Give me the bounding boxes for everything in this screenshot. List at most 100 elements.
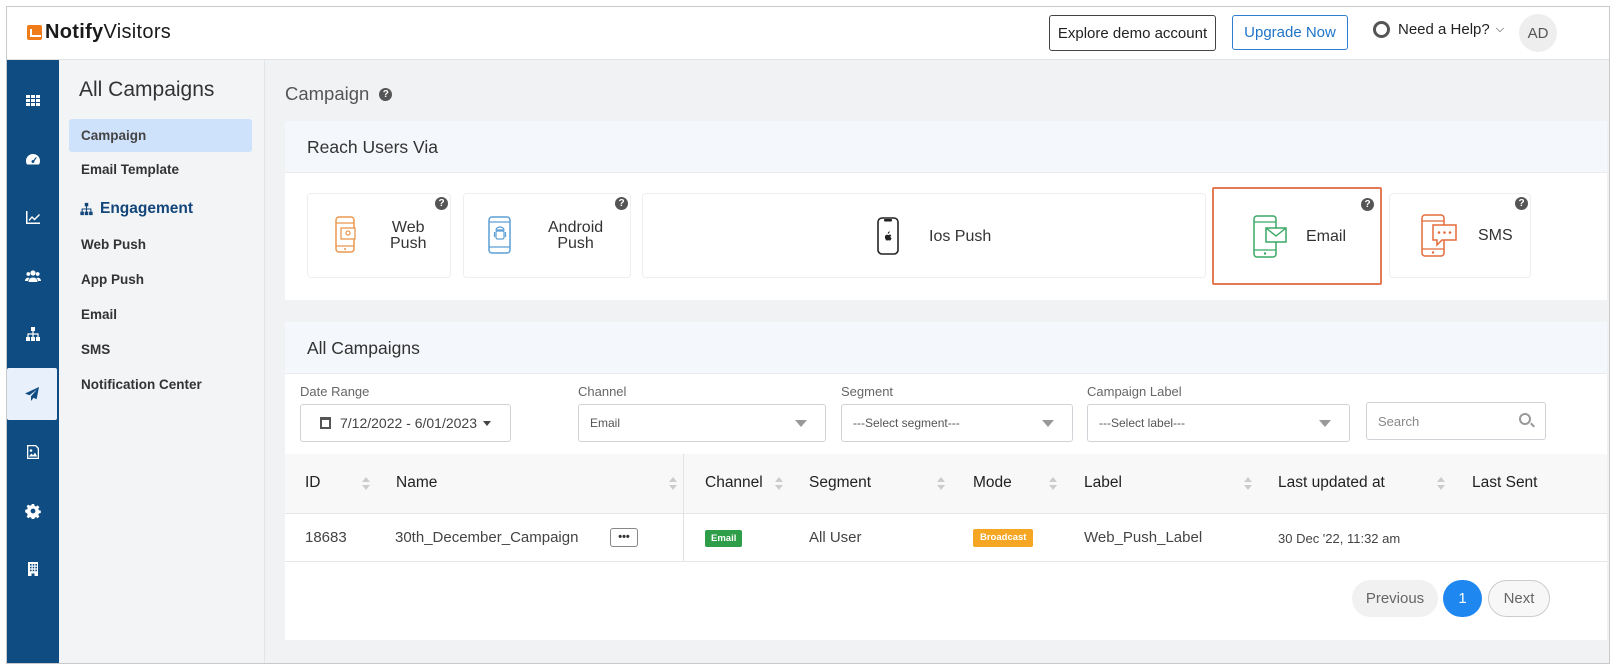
more-options-button[interactable]: •••: [610, 528, 638, 547]
page-title-text: Campaign: [285, 83, 370, 104]
caret-down-icon: [1042, 420, 1054, 427]
column-header-id[interactable]: ID: [305, 474, 321, 492]
sidebar-item-email[interactable]: Email: [81, 307, 117, 322]
help-circle-icon[interactable]: ?: [615, 197, 628, 210]
lifebuoy-icon: [1373, 21, 1390, 38]
image-icon[interactable]: [7, 426, 59, 478]
main-content: Campaign ? Reach Users Via ? Web Push ? …: [265, 60, 1609, 663]
date-range-picker[interactable]: 7/12/2022 - 6/01/2023: [300, 404, 511, 442]
help-circle-icon[interactable]: ?: [1515, 197, 1528, 210]
search-input[interactable]: Search: [1366, 402, 1546, 440]
channel-tile-sms[interactable]: ? SMS: [1389, 193, 1531, 278]
chevron-down-icon: ⌵: [1495, 23, 1505, 35]
logo[interactable]: Notify Visitors: [27, 21, 171, 44]
sort-icon[interactable]: [1437, 477, 1445, 491]
sort-icon[interactable]: [669, 477, 677, 491]
logo-icon: [27, 25, 42, 40]
caret-down-icon: [483, 420, 492, 426]
table-header: ID Name Channel Segment Mode Label Last …: [285, 454, 1607, 514]
help-menu[interactable]: Need a Help? ⌵: [1373, 21, 1504, 38]
segment-select[interactable]: ---Select segment---: [841, 404, 1073, 442]
android-push-label-line1: Android: [548, 219, 604, 236]
send-icon[interactable]: [7, 368, 57, 420]
users-icon[interactable]: [7, 250, 59, 302]
mode-badge: Broadcast: [973, 529, 1034, 547]
ios-phone-icon: [877, 217, 899, 255]
cell-name[interactable]: 30th_December_Campaign: [395, 529, 578, 546]
campaign-sidebar: All Campaigns Campaign Email Template En…: [59, 60, 265, 663]
logo-text-bold: Notify: [45, 21, 104, 43]
hierarchy-icon[interactable]: [7, 308, 59, 360]
help-circle-icon[interactable]: ?: [435, 197, 448, 210]
logo-text: Visitors: [103, 21, 172, 43]
column-header-label[interactable]: Label: [1084, 474, 1122, 492]
campaign-label-select[interactable]: ---Select label---: [1087, 404, 1350, 442]
grid-icon[interactable]: [7, 74, 59, 126]
cell-label: Web_Push_Label: [1084, 529, 1203, 546]
column-header-mode[interactable]: Mode: [973, 474, 1012, 492]
previous-page-button[interactable]: Previous: [1352, 580, 1438, 617]
web-push-icon: [335, 216, 356, 253]
next-page-button[interactable]: Next: [1488, 580, 1550, 617]
sidebar-section-engagement[interactable]: Engagement: [79, 200, 193, 218]
segment-label: Segment: [841, 384, 894, 399]
channel-tile-email[interactable]: ? Email: [1212, 187, 1382, 285]
column-header-last-sent[interactable]: Last Sent: [1472, 474, 1538, 492]
channel-tile-web-push[interactable]: ? Web Push: [307, 193, 451, 278]
explore-demo-button[interactable]: Explore demo account: [1049, 15, 1216, 51]
caret-down-icon: [795, 420, 807, 427]
hierarchy-icon: [80, 202, 93, 216]
email-label: Email: [1306, 228, 1347, 245]
sidebar-item-campaign[interactable]: Campaign: [69, 119, 252, 152]
avatar[interactable]: AD: [1519, 14, 1557, 52]
column-header-channel[interactable]: Channel: [705, 474, 763, 492]
sort-icon[interactable]: [362, 477, 370, 491]
sort-icon[interactable]: [937, 477, 945, 491]
web-push-label-line2: Push: [390, 235, 427, 252]
icon-rail: [7, 60, 59, 663]
dashboard-icon[interactable]: [7, 133, 59, 185]
building-icon[interactable]: [7, 543, 59, 595]
android-icon: [488, 216, 511, 254]
sort-icon[interactable]: [1049, 477, 1057, 491]
sidebar-item-app-push[interactable]: App Push: [81, 272, 144, 287]
gear-icon[interactable]: [7, 485, 59, 537]
search-icon: [1519, 413, 1531, 425]
table-row[interactable]: 18683 30th_December_Campaign ••• Email A…: [285, 514, 1607, 562]
all-campaigns-card: All Campaigns Date Range 7/12/2022 - 6/0…: [285, 322, 1607, 640]
sort-icon[interactable]: [1244, 477, 1252, 491]
all-campaigns-title: All Campaigns: [285, 322, 1607, 374]
ios-push-label: Ios Push: [929, 228, 992, 245]
search-placeholder: Search: [1378, 413, 1420, 429]
caret-down-icon: [1319, 420, 1331, 427]
column-header-name[interactable]: Name: [396, 474, 437, 492]
sidebar-item-web-push[interactable]: Web Push: [81, 237, 146, 252]
channel-tile-ios-push[interactable]: Ios Push: [642, 193, 1206, 278]
sort-icon[interactable]: [775, 477, 783, 491]
cell-segment: All User: [809, 529, 862, 546]
sidebar-title: All Campaigns: [79, 78, 215, 101]
help-label: Need a Help?: [1398, 21, 1490, 38]
web-push-label-line1: Web: [391, 219, 425, 236]
segment-select-value: ---Select segment---: [853, 416, 960, 430]
sidebar-item-email-template[interactable]: Email Template: [81, 162, 179, 177]
help-circle-icon[interactable]: ?: [379, 87, 393, 101]
channel-select[interactable]: Email: [578, 404, 826, 442]
page-title: Campaign ?: [285, 83, 393, 105]
column-header-last-updated[interactable]: Last updated at: [1278, 474, 1385, 492]
column-header-segment[interactable]: Segment: [809, 474, 871, 492]
sidebar-item-notification-center[interactable]: Notification Center: [81, 377, 202, 392]
sidebar-item-sms[interactable]: SMS: [81, 342, 110, 357]
upgrade-now-button[interactable]: Upgrade Now: [1232, 15, 1348, 50]
app-window: Notify Visitors Explore demo account Upgr…: [6, 6, 1610, 664]
sms-label: SMS: [1478, 227, 1513, 244]
cell-last-updated: 30 Dec '22, 11:32 am: [1278, 531, 1401, 546]
date-range-label: Date Range: [300, 384, 370, 399]
help-circle-icon[interactable]: ?: [1361, 198, 1374, 211]
channel-tile-android-push[interactable]: ? Android Push: [463, 193, 631, 278]
channel-label: Channel: [578, 384, 627, 399]
page-1-button[interactable]: 1: [1443, 580, 1482, 617]
android-push-label-line2: Push: [557, 235, 594, 252]
analytics-icon[interactable]: [7, 191, 59, 243]
top-bar: Notify Visitors Explore demo account Upgr…: [7, 7, 1609, 60]
